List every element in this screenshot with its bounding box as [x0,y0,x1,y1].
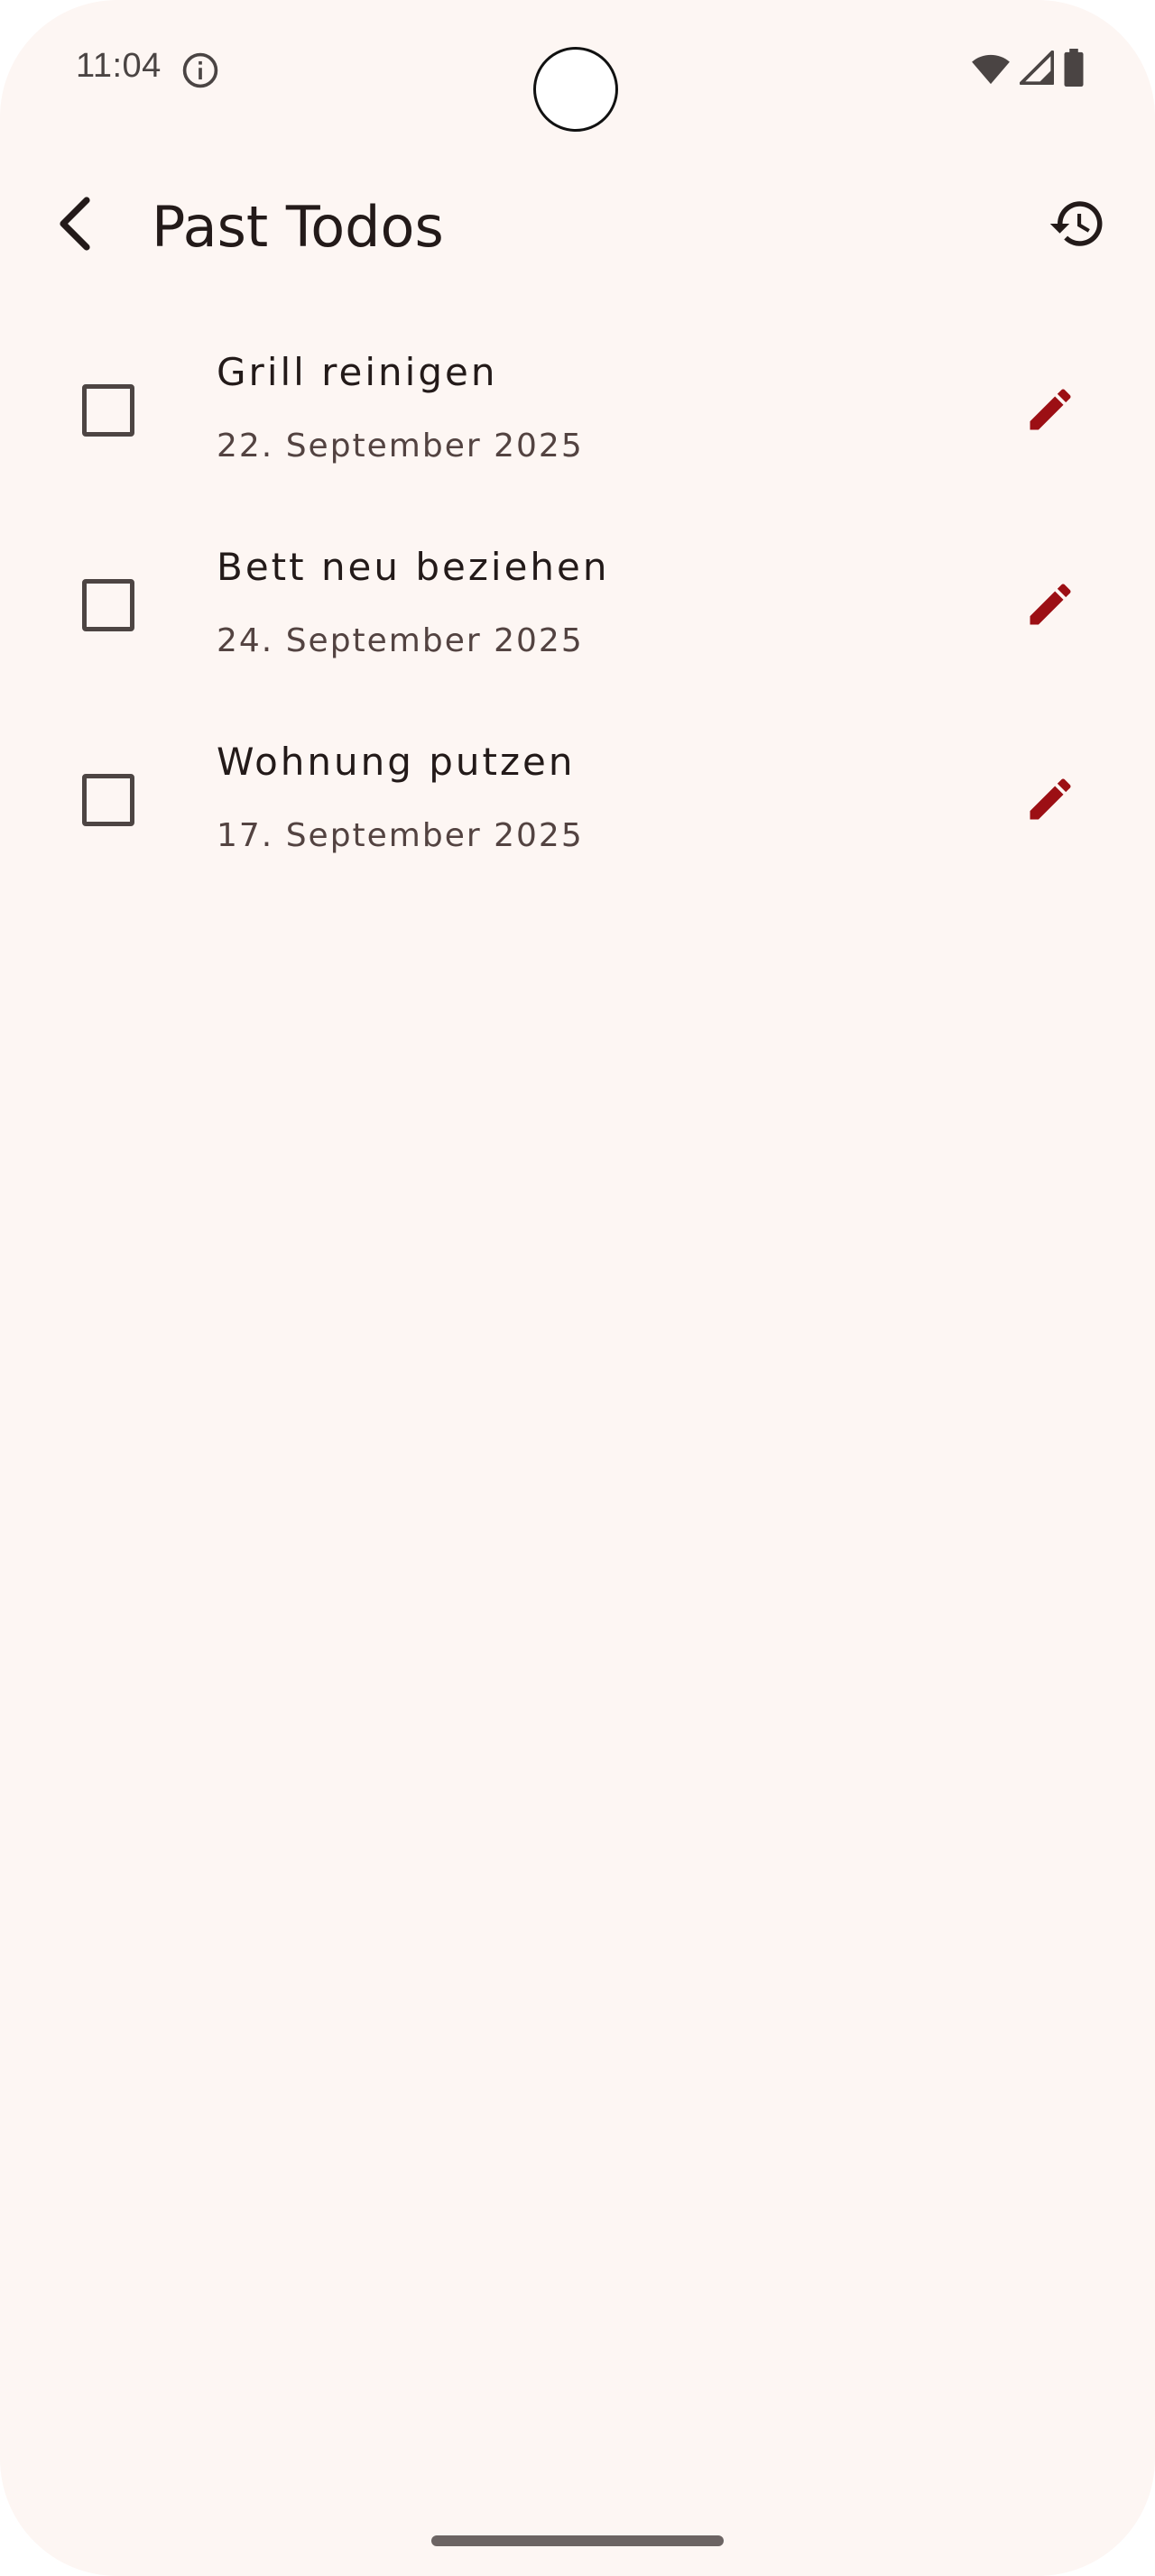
history-button[interactable] [1040,188,1115,263]
chevron-left-icon [51,195,101,256]
home-indicator[interactable] [431,2535,724,2546]
pencil-icon [1023,772,1077,830]
pencil-icon [1023,577,1077,635]
todo-list: Grill reinigen 22. September 2025 Bett n… [0,323,1155,907]
screen: 11:04 Past Todos Grill reinigen 22. Sept… [0,0,1155,2576]
info-circle-icon [180,51,220,90]
todo-checkbox[interactable] [82,384,134,437]
page-title: Past Todos [152,194,444,260]
wifi-icon [971,50,1011,89]
camera-cutout [533,47,618,132]
todo-date: 22. September 2025 [217,428,584,465]
list-item[interactable]: Bett neu beziehen 24. September 2025 [0,518,1155,713]
app-bar: Past Todos [0,171,1155,289]
todo-date: 24. September 2025 [217,622,584,659]
pencil-icon [1023,382,1077,440]
todo-date: 17. September 2025 [217,817,584,854]
list-item[interactable]: Grill reinigen 22. September 2025 [0,323,1155,518]
todo-checkbox[interactable] [82,579,134,631]
edit-button[interactable] [1016,767,1085,835]
battery-icon [1063,49,1085,90]
edit-button[interactable] [1016,572,1085,640]
status-time: 11:04 [76,47,162,85]
todo-title: Grill reinigen [217,350,498,394]
edit-button[interactable] [1016,377,1085,446]
status-bar: 11:04 [0,0,1155,135]
cell-signal-icon [1019,50,1055,88]
todo-title: Bett neu beziehen [217,545,610,589]
todo-checkbox[interactable] [82,774,134,826]
history-icon [1048,194,1107,257]
back-button[interactable] [40,189,112,262]
status-icons [971,49,1085,90]
list-item[interactable]: Wohnung putzen 17. September 2025 [0,713,1155,907]
todo-title: Wohnung putzen [217,740,576,784]
